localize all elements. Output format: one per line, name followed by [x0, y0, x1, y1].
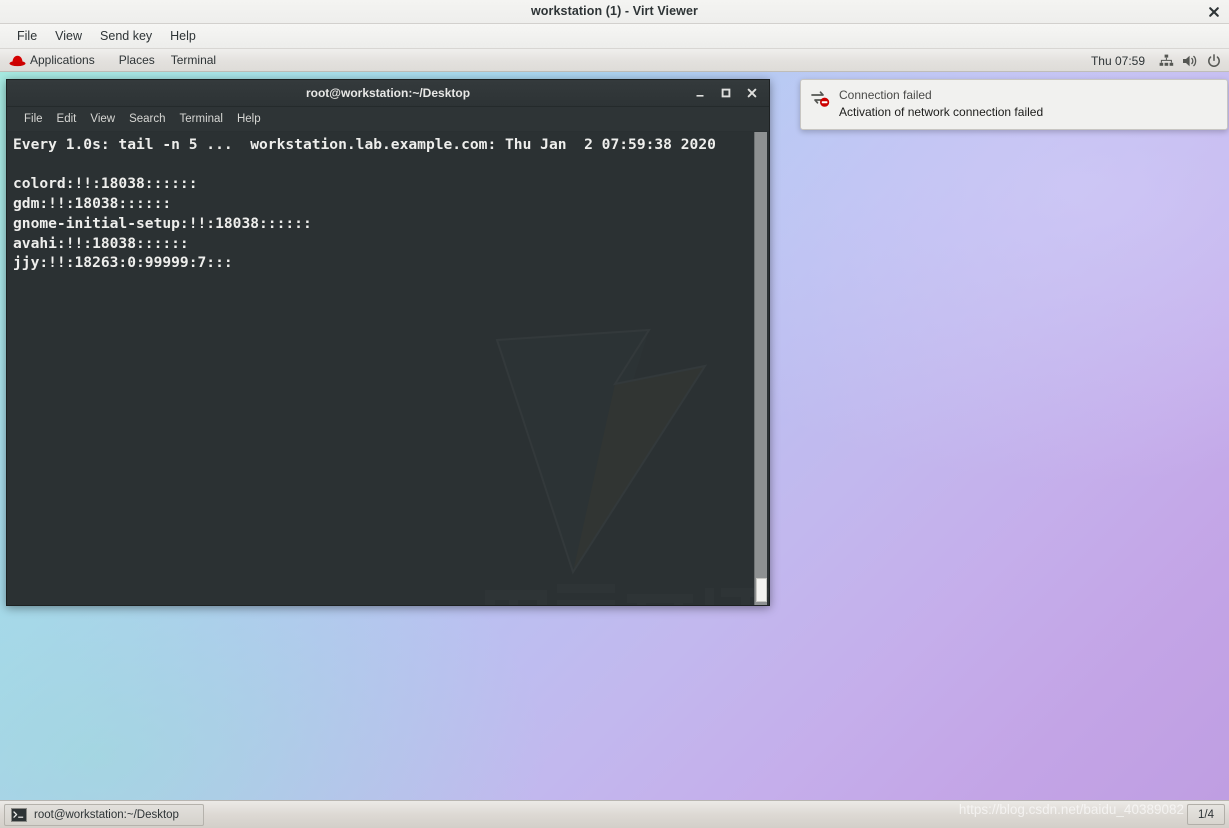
panel-right-group: Thu 07:59	[1083, 49, 1225, 72]
minimize-icon[interactable]	[687, 81, 713, 105]
taskbar-window-button[interactable]: root@workstation:~/Desktop	[4, 803, 204, 826]
volume-icon[interactable]	[1179, 50, 1201, 72]
terminal-content-area[interactable]: Every 1.0s: tail -n 5 ... workstation.la…	[7, 132, 769, 605]
close-icon[interactable]	[1205, 3, 1223, 21]
terminal-title: root@workstation:~/Desktop	[305, 86, 471, 100]
power-icon[interactable]	[1203, 50, 1225, 72]
workspace-indicator[interactable]: 1/4	[1187, 804, 1225, 825]
terminal-menu-help[interactable]: Help	[230, 111, 268, 127]
terminal-menu-view[interactable]: View	[83, 111, 122, 127]
maximize-icon[interactable]	[713, 81, 739, 105]
menu-item-help[interactable]: Help	[161, 27, 205, 45]
close-icon[interactable]	[739, 81, 765, 105]
terminal-window: root@workstation:~/Desktop File Edit Vie…	[6, 79, 770, 606]
window-title: workstation (1) - Virt Viewer	[530, 4, 699, 18]
terminal-menu-file[interactable]: File	[17, 111, 50, 127]
virt-viewer-window: workstation (1) - Virt Viewer File View …	[0, 0, 1229, 828]
menu-item-file[interactable]: File	[8, 27, 46, 45]
virt-viewer-menubar: File View Send key Help	[0, 24, 1229, 49]
network-icon[interactable]	[1155, 50, 1177, 72]
network-error-icon	[811, 91, 830, 107]
notification-text: Connection failed Activation of network …	[839, 87, 1043, 122]
terminal-icon	[11, 807, 27, 822]
terminal-menu-terminal[interactable]: Terminal	[173, 111, 230, 127]
notification-body: Activation of network connection failed	[839, 105, 1044, 119]
redhat-logo-icon	[9, 55, 26, 67]
applications-menu[interactable]: Applications	[5, 51, 111, 69]
notification-popup[interactable]: Connection failed Activation of network …	[800, 79, 1228, 130]
clock[interactable]: Thu 07:59	[1083, 54, 1153, 68]
terminal-scrollbar-thumb[interactable]	[756, 578, 767, 602]
bottom-taskbar: root@workstation:~/Desktop 1/4	[0, 800, 1229, 828]
terminal-output: Every 1.0s: tail -n 5 ... workstation.la…	[13, 136, 716, 272]
terminal-window-controls	[687, 80, 765, 106]
panel-left-group: Applications Places Terminal	[0, 51, 224, 69]
terminal-menu-search[interactable]: Search	[122, 111, 172, 127]
terminal-titlebar[interactable]: root@workstation:~/Desktop	[7, 80, 769, 107]
applications-label: Applications	[30, 53, 95, 67]
taskbar-window-label: root@workstation:~/Desktop	[34, 808, 179, 821]
xibu-kaiyuan-logo-watermark	[485, 328, 769, 605]
virt-viewer-titlebar: workstation (1) - Virt Viewer	[0, 0, 1229, 24]
gnome-top-panel: Applications Places Terminal Thu 07:59	[0, 49, 1229, 72]
terminal-menu-edit[interactable]: Edit	[50, 111, 84, 127]
terminal-menu[interactable]: Terminal	[163, 51, 224, 69]
menu-item-send-key[interactable]: Send key	[91, 27, 161, 45]
terminal-menubar: File Edit View Search Terminal Help	[7, 107, 769, 132]
notification-title: Connection failed	[839, 88, 932, 102]
terminal-scrollbar[interactable]	[754, 132, 767, 605]
places-menu[interactable]: Places	[111, 51, 163, 69]
menu-item-view[interactable]: View	[46, 27, 91, 45]
